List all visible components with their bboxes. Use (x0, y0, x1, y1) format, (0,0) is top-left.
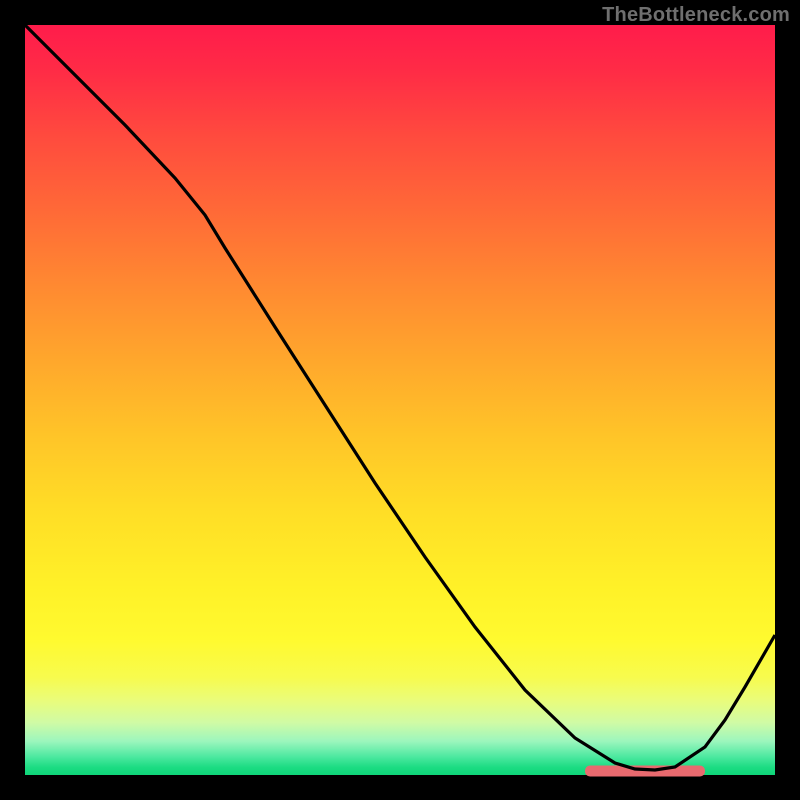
bottleneck-chart: TheBottleneck.com (0, 0, 800, 800)
watermark-text: TheBottleneck.com (602, 4, 790, 27)
chart-svg (0, 0, 800, 800)
